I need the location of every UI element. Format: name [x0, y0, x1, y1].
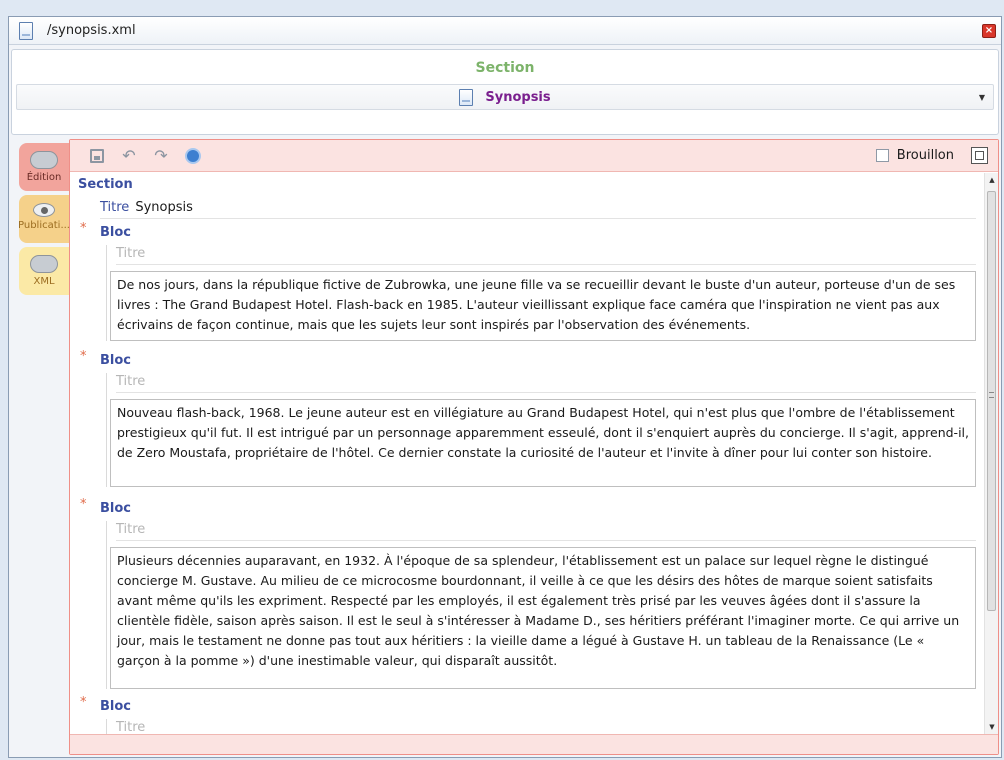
tab-xml[interactable]: XML: [19, 247, 69, 295]
bloc-guide-line: [106, 245, 107, 341]
scroll-down-icon[interactable]: ▼: [985, 720, 999, 734]
section-heading: Section: [78, 177, 133, 192]
tab-edition[interactable]: Édition: [19, 143, 69, 191]
vertical-scrollbar[interactable]: ▲ ▼: [984, 173, 998, 734]
editor-window: /synopsis.xml × Section Synopsis ▼ Éditi…: [8, 16, 1002, 758]
undo-button[interactable]: ↶: [120, 146, 138, 165]
bloc-guide-line: [106, 373, 107, 487]
section-dropdown[interactable]: Synopsis ▼: [16, 84, 994, 110]
draft-checkbox[interactable]: [875, 149, 889, 162]
tab-edition-label: Édition: [26, 172, 62, 183]
section-type-label: Section: [475, 60, 535, 76]
grip-icon: [989, 392, 994, 398]
document-content: Section Titre Synopsis * Bloc Titre De n…: [70, 173, 984, 734]
titre-label: Titre: [100, 200, 130, 215]
section-title-field[interactable]: Titre Synopsis: [100, 197, 976, 219]
required-icon: *: [80, 497, 87, 512]
bloc-guide-line: [106, 521, 107, 689]
bloc-label: Bloc: [100, 353, 132, 368]
bloc-label: Bloc: [100, 225, 132, 240]
bloc-title-field[interactable]: Titre: [116, 519, 976, 541]
help-icon: [185, 147, 201, 164]
fullscreen-button[interactable]: [971, 147, 988, 164]
bloc-text-field[interactable]: Nouveau flash-back, 1968. Le jeune auteu…: [110, 399, 976, 487]
status-bar: [70, 734, 998, 754]
bloc-text-field[interactable]: Plusieurs décennies auparavant, en 1932.…: [110, 547, 976, 689]
chevron-down-icon[interactable]: ▼: [979, 93, 985, 102]
draft-toggle[interactable]: Brouillon: [875, 148, 954, 163]
redo-button[interactable]: ↷: [152, 146, 170, 165]
save-button[interactable]: [88, 147, 106, 165]
help-button[interactable]: [184, 147, 202, 165]
scroll-up-icon[interactable]: ▲: [985, 173, 999, 187]
document-icon: [459, 88, 474, 106]
scroll-thumb[interactable]: [987, 191, 996, 611]
bloc-guide-line: [106, 719, 107, 734]
titre-value[interactable]: Synopsis: [135, 200, 193, 215]
redo-icon: ↷: [154, 146, 168, 165]
bloc-title-field[interactable]: Titre: [116, 717, 976, 734]
edition-panel: ↶ ↷ Brouillon Section Titre Synopsis * B…: [69, 139, 999, 755]
tab-publication[interactable]: Publicati...: [19, 195, 69, 243]
mode-tabs: Édition Publicati... XML: [19, 143, 69, 299]
document-icon: [19, 21, 33, 40]
required-icon: *: [80, 695, 87, 710]
tab-publication-label: Publicati...: [19, 220, 69, 231]
editor-area: Édition Publicati... XML ↶ ↷ Brouillon S…: [11, 139, 999, 755]
xml-icon: [30, 255, 58, 273]
undo-icon: ↶: [122, 146, 136, 165]
bloc-title-field[interactable]: Titre: [116, 371, 976, 393]
bloc-1: * Bloc Titre De nos jours, dans la répub…: [80, 221, 976, 343]
draft-label: Brouillon: [896, 148, 954, 163]
section-selector-panel: Section Synopsis ▼: [11, 49, 999, 135]
bloc-3: * Bloc Titre Plusieurs décennies auparav…: [80, 497, 976, 689]
window-title: /synopsis.xml: [47, 23, 136, 38]
edit-icon: [30, 151, 58, 169]
tab-xml-label: XML: [33, 276, 55, 287]
bloc-text-field[interactable]: De nos jours, dans la république fictive…: [110, 271, 976, 341]
close-button[interactable]: ×: [982, 24, 996, 38]
bloc-2: * Bloc Titre Nouveau flash-back, 1968. L…: [80, 349, 976, 491]
required-icon: *: [80, 349, 87, 364]
selected-section-label: Synopsis: [485, 89, 551, 105]
eye-icon: [33, 203, 55, 217]
title-bar: /synopsis.xml ×: [9, 17, 1001, 45]
bloc-4: * Bloc Titre: [80, 695, 976, 734]
editor-toolbar: ↶ ↷ Brouillon: [70, 140, 998, 172]
bloc-label: Bloc: [100, 699, 132, 714]
required-icon: *: [80, 221, 87, 236]
bloc-title-field[interactable]: Titre: [116, 243, 976, 265]
bloc-label: Bloc: [100, 501, 132, 516]
save-icon: [90, 148, 104, 163]
